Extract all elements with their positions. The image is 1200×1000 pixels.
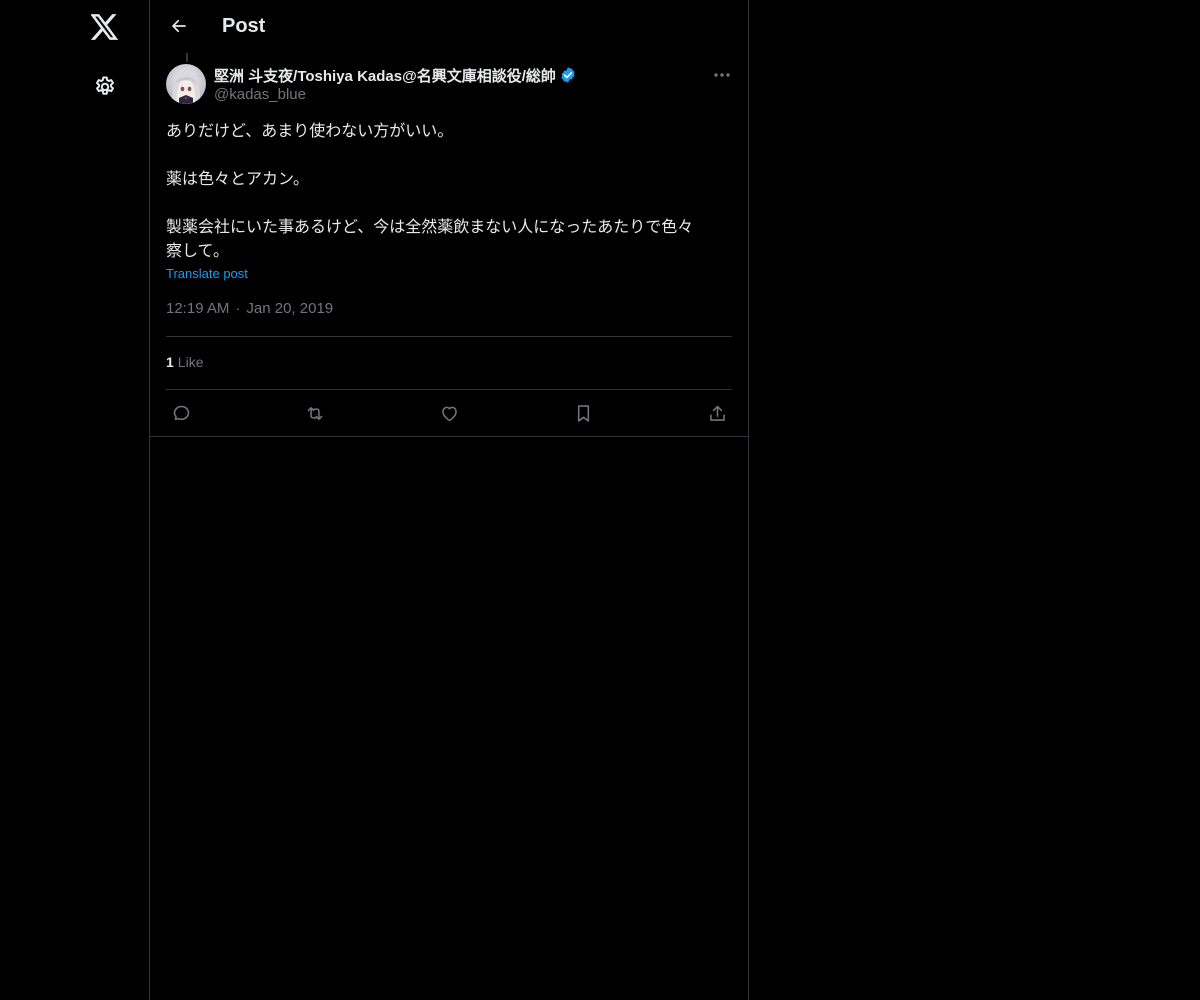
x-logo-button[interactable] [83,5,127,49]
verified-badge-icon[interactable] [559,66,577,84]
page-title: Post [222,15,266,37]
share-icon [709,405,725,421]
avatar-image [166,64,206,104]
reply-icon [173,405,189,420]
post-timestamp[interactable]: 12:19 AM · Jan 20, 2019 [166,300,333,317]
post-time: 12:19 AM [166,300,230,317]
post-date: Jan 20, 2019 [246,300,334,317]
likes-stat[interactable]: 1 Like [166,354,203,370]
left-navigation [0,0,149,1000]
likes-count: 1 [166,354,174,370]
thread-connector-line [186,53,188,62]
translate-post-link[interactable]: Translate post [166,266,248,281]
post-text-line: ありだけど、あまり使わない方がいい。 [166,123,454,140]
settings-button[interactable] [83,65,127,109]
gear-icon [96,76,114,95]
back-button[interactable] [162,9,196,43]
repost-icon [307,406,323,420]
post-text-line: 察して。 [166,243,230,260]
repost-button[interactable] [302,400,328,426]
meta-separator: · [235,300,241,317]
author-name[interactable]: 堅洲 斗支夜/Toshiya Kadas@名興文庫相談役/総帥 [214,65,556,86]
author-handle[interactable]: @kadas_blue [214,86,577,103]
x-logo-icon [91,14,119,40]
more-dots-icon [714,73,730,77]
like-button[interactable] [436,400,462,426]
avatar[interactable] [166,64,206,104]
share-button[interactable] [704,400,730,426]
post-text: ありだけど、あまり使わない方がいい。 薬は色々とアカン。 製薬会社にいた事あるけ… [166,120,732,264]
divider [166,389,732,390]
more-options-button[interactable] [710,64,734,86]
author-info: 堅洲 斗支夜/Toshiya Kadas@名興文庫相談役/総帥 @kadas_b… [214,65,577,103]
bookmark-icon [577,404,589,422]
app-window: Post 堅洲 斗支夜/Toshiya Kadas@名興文庫相談役/総帥 @ka… [0,0,1200,1000]
post-text-line: 薬は色々とアカン。 [166,171,310,188]
bookmark-button[interactable] [570,400,596,426]
post-detail-column: Post 堅洲 斗支夜/Toshiya Kadas@名興文庫相談役/総帥 @ka… [149,0,749,1000]
back-arrow-icon [172,19,186,33]
author-name-row: 堅洲 斗支夜/Toshiya Kadas@名興文庫相談役/総帥 [214,65,577,85]
heart-icon [441,406,457,421]
divider [150,436,748,437]
reply-button[interactable] [168,400,194,426]
likes-label: Like [177,354,204,370]
post-actions-bar [166,400,732,426]
post-text-line: 製薬会社にいた事あるけど、今は全然薬飲まない人になったあたりで色々 [166,219,694,236]
divider [166,336,732,337]
post-header: Post [150,0,748,53]
